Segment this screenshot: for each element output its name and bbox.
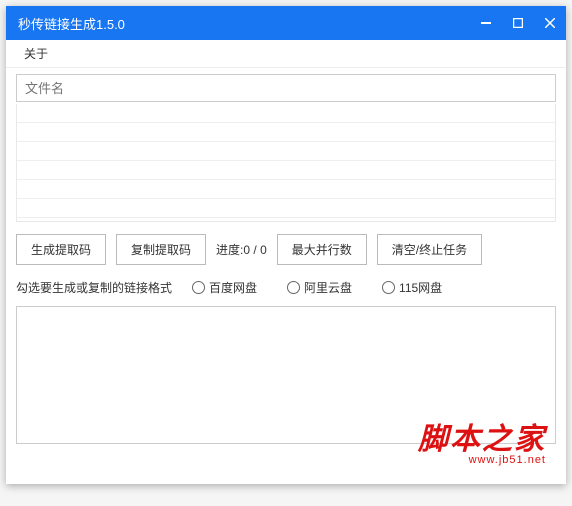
radio-icon [287, 281, 300, 294]
content-area: 生成提取码 复制提取码 进度:0 / 0 最大并行数 清空/终止任务 勾选要生成… [6, 68, 566, 450]
generate-code-button[interactable]: 生成提取码 [16, 234, 106, 265]
format-label: 勾选要生成或复制的链接格式 [16, 279, 172, 296]
radio-aliyun[interactable]: 阿里云盘 [287, 279, 352, 296]
max-parallel-button[interactable]: 最大并行数 [277, 234, 367, 265]
radio-baidu[interactable]: 百度网盘 [192, 279, 257, 296]
radio-icon [382, 281, 395, 294]
close-icon [545, 18, 555, 28]
radio-group: 百度网盘 阿里云盘 115网盘 [192, 279, 442, 296]
file-list[interactable] [16, 104, 556, 222]
maximize-icon [513, 18, 523, 28]
clear-stop-button[interactable]: 清空/终止任务 [377, 234, 482, 265]
title-bar[interactable]: 秒传链接生成1.5.0 [6, 6, 566, 40]
progress-label: 进度: [216, 243, 243, 257]
menu-about[interactable]: 关于 [16, 41, 56, 66]
radio-115-label: 115网盘 [399, 279, 442, 296]
radio-baidu-label: 百度网盘 [209, 279, 257, 296]
close-button[interactable] [534, 6, 566, 40]
output-textarea[interactable] [16, 306, 556, 444]
app-window: 秒传链接生成1.5.0 关于 生成提取码 复制提取码 进度:0 / 0 最大并行… [6, 6, 566, 484]
minimize-button[interactable] [470, 6, 502, 40]
radio-icon [192, 281, 205, 294]
menu-bar: 关于 [6, 40, 566, 68]
format-row: 勾选要生成或复制的链接格式 百度网盘 阿里云盘 115网盘 [16, 279, 556, 296]
progress-total: 0 [260, 243, 267, 257]
filename-input[interactable] [16, 74, 556, 102]
minimize-icon [481, 22, 491, 24]
window-title: 秒传链接生成1.5.0 [18, 14, 125, 33]
button-row: 生成提取码 复制提取码 进度:0 / 0 最大并行数 清空/终止任务 [16, 234, 556, 265]
progress-separator: / [250, 243, 260, 257]
maximize-button[interactable] [502, 6, 534, 40]
copy-code-button[interactable]: 复制提取码 [116, 234, 206, 265]
progress-text: 进度:0 / 0 [216, 241, 267, 258]
radio-aliyun-label: 阿里云盘 [304, 279, 352, 296]
watermark-url: www.jb51.net [418, 454, 546, 466]
window-controls [470, 6, 566, 40]
radio-115[interactable]: 115网盘 [382, 279, 442, 296]
